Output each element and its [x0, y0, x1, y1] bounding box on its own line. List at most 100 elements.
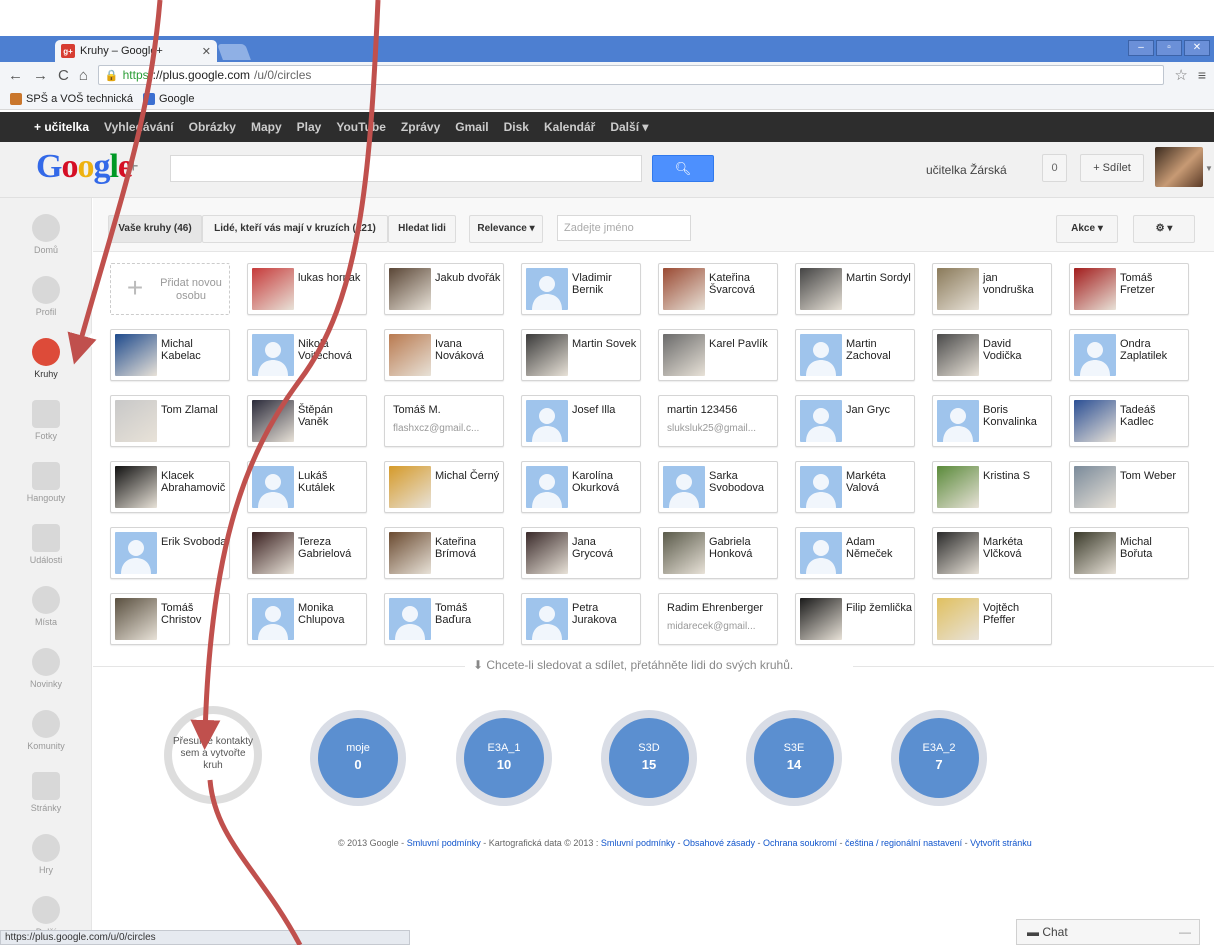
- sidebar-item-games[interactable]: Hry: [0, 822, 92, 884]
- person-card[interactable]: Michal Černý: [384, 461, 504, 513]
- person-card[interactable]: Michal Bořuta: [1069, 527, 1189, 579]
- person-card[interactable]: jan vondruška: [932, 263, 1052, 315]
- person-card[interactable]: Erik Svoboda: [110, 527, 230, 579]
- bookmark-star-icon[interactable]: ☆: [1174, 66, 1187, 84]
- actions-dropdown[interactable]: Akce ▾: [1056, 215, 1118, 243]
- gbar-item[interactable]: Kalendář: [544, 120, 595, 134]
- settings-gear-icon[interactable]: ⚙ ▾: [1133, 215, 1195, 243]
- bookmark-google[interactable]: Google: [143, 92, 194, 105]
- person-card[interactable]: Vladimir Bernik: [521, 263, 641, 315]
- circle-e3a_2[interactable]: E3A_2 7: [891, 710, 987, 806]
- footer-language-link[interactable]: čeština / regionální nastavení: [845, 838, 962, 848]
- sidebar-item-hangouts[interactable]: Hangouty: [0, 450, 92, 512]
- sidebar-item-places[interactable]: Místa: [0, 574, 92, 636]
- new-circle-dropzone[interactable]: Přesuňte kontakty sem a vytvořte kruh: [164, 706, 262, 804]
- person-card[interactable]: Boris Konvalinka: [932, 395, 1052, 447]
- person-card[interactable]: Tom Zlamal: [110, 395, 230, 447]
- minimize-window-button[interactable]: –: [1128, 40, 1154, 56]
- sidebar-item-profile[interactable]: Profil: [0, 264, 92, 326]
- person-card[interactable]: Tomáš Baďura: [384, 593, 504, 645]
- person-card[interactable]: Gabriela Honková: [658, 527, 778, 579]
- person-card[interactable]: Martin Sordyl: [795, 263, 915, 315]
- user-name[interactable]: učitelka Žárská: [926, 163, 1007, 177]
- sidebar-item-explore[interactable]: Novinky: [0, 636, 92, 698]
- person-card[interactable]: Štěpán Vaněk: [247, 395, 367, 447]
- sort-dropdown[interactable]: Relevance ▾: [469, 215, 543, 243]
- gbar-item[interactable]: Další ▾: [610, 120, 648, 134]
- notifications-button[interactable]: 0: [1042, 154, 1067, 182]
- footer-content-policy-link[interactable]: Obsahové zásady: [683, 838, 755, 848]
- browser-menu-icon[interactable]: ≡: [1198, 67, 1206, 83]
- person-card[interactable]: martin 123456 sluksluk25@gmail...: [658, 395, 778, 447]
- person-card[interactable]: Jana Grycová: [521, 527, 641, 579]
- sidebar-item-pages[interactable]: Stránky: [0, 760, 92, 822]
- sidebar-item-home[interactable]: Domů: [0, 202, 92, 264]
- reload-icon[interactable]: C: [58, 67, 69, 84]
- google-logo[interactable]: Google: [36, 148, 133, 186]
- search-input[interactable]: [170, 155, 642, 182]
- tab-close-icon[interactable]: ✕: [202, 45, 211, 58]
- person-card[interactable]: Tomáš M. flashxcz@gmail.c...: [384, 395, 504, 447]
- person-card[interactable]: Jan Gryc: [795, 395, 915, 447]
- circle-s3e[interactable]: S3E 14: [746, 710, 842, 806]
- person-card[interactable]: Martin Zachoval: [795, 329, 915, 381]
- bookmark-sps[interactable]: SPŠ a VOŠ technická: [10, 92, 133, 105]
- person-card[interactable]: Ondra Zaplatilek: [1069, 329, 1189, 381]
- new-tab-button[interactable]: [217, 44, 251, 60]
- person-card[interactable]: Tomáš Fretzer: [1069, 263, 1189, 315]
- circle-e3a_1[interactable]: E3A_1 10: [456, 710, 552, 806]
- gbar-item[interactable]: YouTube: [336, 120, 386, 134]
- person-card[interactable]: Ivana Nováková: [384, 329, 504, 381]
- person-card[interactable]: David Vodička: [932, 329, 1052, 381]
- gbar-item[interactable]: Vyhledávání: [104, 120, 174, 134]
- person-card[interactable]: Jakub dvořák: [384, 263, 504, 315]
- person-card[interactable]: Vojtěch Pfeffer: [932, 593, 1052, 645]
- search-button[interactable]: 🔍︎: [652, 155, 714, 182]
- gbar-item[interactable]: Zprávy: [401, 120, 440, 134]
- sidebar-item-circles[interactable]: Kruhy: [0, 326, 92, 388]
- person-card[interactable]: Kateřina Brímová: [384, 527, 504, 579]
- person-card[interactable]: Kateřina Švarcová: [658, 263, 778, 315]
- person-card[interactable]: Adam Němeček: [795, 527, 915, 579]
- circle-s3d[interactable]: S3D 15: [601, 710, 697, 806]
- person-card[interactable]: Tadeáš Kadlec: [1069, 395, 1189, 447]
- person-card[interactable]: Petra Jurakova: [521, 593, 641, 645]
- person-card[interactable]: Lukáš Kutálek: [247, 461, 367, 513]
- browser-tab[interactable]: g+ Kruhy – Google+ ✕: [55, 40, 217, 62]
- gbar-item[interactable]: Obrázky: [189, 120, 236, 134]
- gbar-item[interactable]: + učitelka: [34, 120, 89, 134]
- person-card[interactable]: Klacek Abrahamovič: [110, 461, 230, 513]
- person-card[interactable]: Tomáš Christov: [110, 593, 230, 645]
- person-card[interactable]: Karolína Okurková: [521, 461, 641, 513]
- person-card[interactable]: Michal Kabelac: [110, 329, 230, 381]
- gbar-item[interactable]: Disk: [504, 120, 529, 134]
- person-card[interactable]: Filip žemlička: [795, 593, 915, 645]
- person-card[interactable]: Josef Illa: [521, 395, 641, 447]
- chat-box[interactable]: ▬ Chat —: [1016, 919, 1200, 945]
- sidebar-item-photos[interactable]: Fotky: [0, 388, 92, 450]
- person-card[interactable]: Kristina S: [932, 461, 1052, 513]
- tab-your-circles[interactable]: Vaše kruhy (46): [108, 215, 202, 243]
- person-card[interactable]: Sarka Svobodova: [658, 461, 778, 513]
- person-card[interactable]: Tereza Gabrielová: [247, 527, 367, 579]
- footer-privacy-link[interactable]: Ochrana soukromí: [763, 838, 837, 848]
- person-card[interactable]: Martin Sovek: [521, 329, 641, 381]
- sidebar-item-events[interactable]: Události: [0, 512, 92, 574]
- person-card[interactable]: Karel Pavlík: [658, 329, 778, 381]
- chat-minimize-button[interactable]: —: [1179, 920, 1191, 944]
- add-person-card[interactable]: + Přidat novou osobu: [110, 263, 230, 315]
- tab-find-people[interactable]: Hledat lidi: [388, 215, 456, 243]
- person-card[interactable]: Tom Weber: [1069, 461, 1189, 513]
- name-filter-input[interactable]: Zadejte jméno: [557, 215, 691, 241]
- back-icon[interactable]: ←: [8, 67, 23, 84]
- gbar-item[interactable]: Gmail: [455, 120, 488, 134]
- close-window-button[interactable]: ✕: [1184, 40, 1210, 56]
- gbar-item[interactable]: Play: [297, 120, 322, 134]
- gbar-item[interactable]: Mapy: [251, 120, 282, 134]
- forward-icon[interactable]: →: [33, 67, 48, 84]
- footer-terms2-link[interactable]: Smluvní podmínky: [601, 838, 675, 848]
- person-card[interactable]: Markéta Vlčková: [932, 527, 1052, 579]
- maximize-window-button[interactable]: ▫: [1156, 40, 1182, 56]
- caret-down-icon[interactable]: ▼: [1205, 164, 1213, 173]
- person-card[interactable]: Radim Ehrenberger midarecek@gmail...: [658, 593, 778, 645]
